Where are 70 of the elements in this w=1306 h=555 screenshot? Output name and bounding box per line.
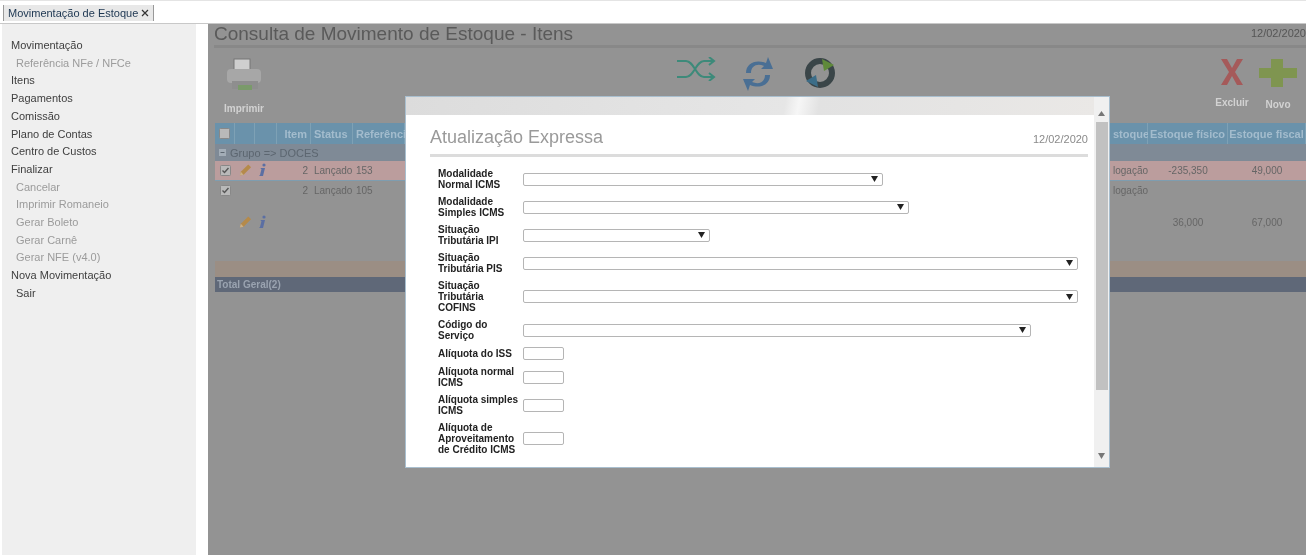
column-header: Estoque fiscal bbox=[1229, 127, 1304, 140]
menu-item[interactable]: Movimentação bbox=[2, 37, 83, 55]
tab[interactable]: Movimentação de Estoque bbox=[3, 5, 155, 21]
menu-item[interactable]: Sair bbox=[2, 284, 36, 303]
scrollbar[interactable] bbox=[1094, 97, 1109, 467]
page-title: Consulta de Movimento de Estoque - Itens bbox=[214, 23, 574, 45]
menu-item[interactable]: Finalizar bbox=[2, 160, 53, 179]
menu-item[interactable]: Centro de Custos bbox=[2, 143, 97, 161]
menu-item[interactable]: Plano de Contas bbox=[2, 125, 93, 144]
field-label: Alíquota do ISS bbox=[438, 348, 513, 359]
menu-item[interactable]: Itens bbox=[2, 72, 35, 91]
collapse-icon[interactable] bbox=[219, 149, 226, 156]
field-label: Situação Tributária IPI bbox=[438, 224, 500, 246]
info-icon[interactable] bbox=[258, 215, 266, 229]
checkbox[interactable] bbox=[219, 165, 231, 176]
dialog-date: 12/02/2020 bbox=[1032, 133, 1088, 147]
input-field[interactable] bbox=[523, 398, 564, 412]
sync-icon bbox=[804, 57, 836, 89]
field-label: Alíquota de Aproveitamento de Crédito ICMS bbox=[438, 422, 517, 455]
caret-icon bbox=[1019, 327, 1026, 333]
input-field[interactable] bbox=[523, 370, 564, 384]
dialog-title: Atualização Expressa bbox=[430, 127, 604, 148]
pencil-icon[interactable] bbox=[238, 163, 252, 177]
refresh-icon bbox=[742, 57, 774, 91]
table-cell: 49,000 bbox=[1251, 165, 1283, 176]
input-field[interactable] bbox=[523, 432, 564, 445]
plus-icon bbox=[1257, 57, 1299, 89]
menu-item[interactable]: Pagamentos bbox=[2, 90, 73, 108]
pencil-icon[interactable] bbox=[238, 215, 252, 229]
column-header: Item bbox=[284, 127, 307, 140]
tab-label: Movimentação de Estoque bbox=[8, 7, 139, 19]
field-label: Modalidade Simples ICMS bbox=[438, 196, 506, 218]
shuffle-icon bbox=[676, 57, 716, 81]
select-field[interactable] bbox=[523, 200, 909, 214]
close-icon[interactable] bbox=[141, 9, 150, 17]
select-field[interactable] bbox=[523, 172, 883, 186]
table-cell: 153 bbox=[356, 165, 373, 176]
info-icon[interactable] bbox=[258, 163, 266, 177]
field-label: Alíquota simples ICMS bbox=[438, 394, 519, 416]
table-cell: -235,350 bbox=[1168, 165, 1208, 176]
printer-icon bbox=[224, 57, 264, 93]
caret-icon bbox=[1098, 110, 1105, 116]
menu-item[interactable]: Comissão bbox=[2, 107, 60, 126]
input-field[interactable] bbox=[523, 347, 564, 360]
x-icon bbox=[1219, 57, 1245, 87]
table-cell: 2 bbox=[302, 165, 308, 176]
table-cell: logação bbox=[1113, 165, 1149, 176]
caret-icon bbox=[698, 232, 705, 238]
field-label: Situação Tributária PIS bbox=[438, 252, 504, 274]
caret-icon bbox=[897, 204, 904, 210]
select-field[interactable] bbox=[523, 290, 1078, 303]
column-header: Referênci bbox=[356, 127, 407, 140]
caret-icon bbox=[1066, 260, 1073, 266]
select-field[interactable] bbox=[523, 228, 710, 242]
field-label: Código do Serviço bbox=[438, 319, 489, 341]
field-label: Alíquota normal ICMS bbox=[438, 366, 516, 388]
scroll-thumb[interactable] bbox=[1095, 122, 1108, 390]
checkbox[interactable] bbox=[219, 185, 231, 196]
checkbox[interactable] bbox=[219, 128, 230, 139]
menu-item[interactable]: Nova Movimentação bbox=[2, 267, 112, 285]
field-label: Modalidade Normal ICMS bbox=[438, 168, 502, 190]
table-cell: Lançado bbox=[314, 165, 353, 176]
select-field[interactable] bbox=[523, 256, 1078, 270]
column-header: Estoque físico bbox=[1149, 127, 1226, 140]
page-date: 12/02/2020 bbox=[1250, 27, 1306, 41]
caret-icon bbox=[1098, 453, 1105, 459]
select-field[interactable] bbox=[523, 323, 1031, 337]
caret-icon bbox=[871, 176, 878, 182]
column-header: stoque bbox=[1113, 127, 1150, 140]
column-header: Status bbox=[314, 127, 348, 140]
